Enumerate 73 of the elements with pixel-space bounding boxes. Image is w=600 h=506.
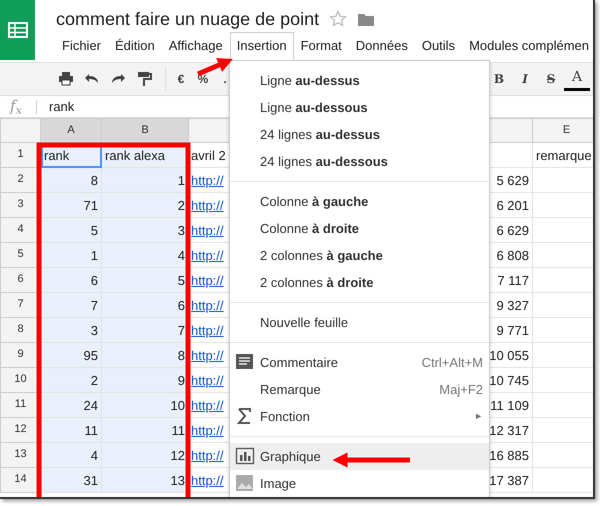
table-cell: 31 (40, 468, 102, 492)
link[interactable]: http:// (191, 298, 224, 312)
table-cell: 7 (40, 292, 102, 318)
link[interactable]: http:// (191, 372, 224, 388)
link[interactable]: http:// (191, 398, 224, 412)
menu-item[interactable]: Outils (414, 32, 462, 60)
table-cell: 10 (102, 392, 188, 418)
function-label: f$_{x}$ (8, 96, 23, 118)
style-button[interactable]: S (538, 67, 564, 91)
table-cell: 24 (40, 392, 102, 418)
menu-item[interactable]: Édition (108, 32, 162, 60)
link[interactable]: http:// (191, 222, 224, 238)
menu-item[interactable]: Graphique (230, 443, 489, 470)
folder-icon[interactable] (357, 11, 376, 27)
menu-item[interactable]: Données (348, 32, 415, 60)
table-cell: 11 (102, 418, 188, 442)
style-button[interactable]: B (486, 67, 512, 91)
table-cell: 8 (40, 168, 102, 192)
menu-item[interactable]: Format (294, 32, 349, 60)
menu-item[interactable]: Ligne au-dessous (230, 94, 489, 121)
table-cell: 13 (102, 468, 188, 492)
column-header[interactable]: E (532, 118, 593, 142)
style-button[interactable]: A (564, 67, 590, 91)
star-icon[interactable] (329, 10, 348, 28)
link[interactable]: http:// (191, 422, 224, 438)
grid-icon (8, 22, 28, 38)
menu-item[interactable]: Modules complémen (462, 32, 593, 60)
table-cell: 2 (40, 368, 102, 392)
print-icon[interactable] (58, 71, 74, 87)
table-cell: 4 (40, 442, 102, 468)
table-cell: 5 (40, 218, 102, 242)
image-icon (235, 474, 255, 492)
link[interactable]: http:// (191, 248, 224, 262)
style-button[interactable]: I (512, 67, 538, 91)
table-cell: 4 (102, 242, 188, 268)
link[interactable]: http:// (191, 198, 224, 212)
document-title: comment faire un nuage de point (56, 8, 320, 30)
link[interactable]: http:// (191, 172, 224, 188)
link[interactable]: http:// (191, 448, 224, 462)
table-cell: 2 (102, 192, 188, 218)
table-cell: 11 (40, 418, 102, 442)
table-cell: 71 (40, 192, 102, 218)
comment-icon (235, 353, 255, 371)
submenu-arrow: ► (474, 410, 483, 423)
table-cell: 6 (40, 268, 102, 292)
shortcut-label: Ctrl+Alt+M (422, 354, 483, 372)
link[interactable]: http:// (191, 322, 224, 338)
table-cell: 3 (102, 218, 188, 242)
table-cell: 8 (102, 342, 188, 368)
link[interactable]: http:// (191, 348, 224, 362)
table-cell: 3 (40, 318, 102, 342)
shortcut-label: Maj+F2 (439, 380, 483, 399)
menu-item[interactable]: Fichier (55, 32, 108, 60)
column-header[interactable]: B (102, 118, 188, 142)
table-cell: 12 (102, 442, 188, 468)
sheets-logo[interactable] (0, 0, 35, 60)
format-button[interactable]: € (170, 67, 192, 91)
formula-value: rank (49, 98, 74, 116)
table-cell: 7 (102, 318, 188, 342)
table-cell: 1 (40, 242, 102, 268)
menu-item[interactable]: Affichage (162, 32, 230, 60)
table-cell: 1 (102, 168, 188, 192)
link[interactable]: http:// (191, 472, 224, 488)
table-cell: 95 (40, 342, 102, 368)
table-cell: 6 (102, 292, 188, 318)
table-cell: 9 (102, 368, 188, 392)
column-header[interactable]: A (40, 118, 102, 142)
link[interactable]: http:// (191, 272, 224, 288)
table-cell: 5 (102, 268, 188, 292)
menu-item[interactable]: Insertion (230, 32, 294, 60)
paint-roller-icon[interactable] (136, 71, 152, 87)
chart-icon (235, 447, 255, 465)
annotation-arrow (197, 58, 233, 76)
